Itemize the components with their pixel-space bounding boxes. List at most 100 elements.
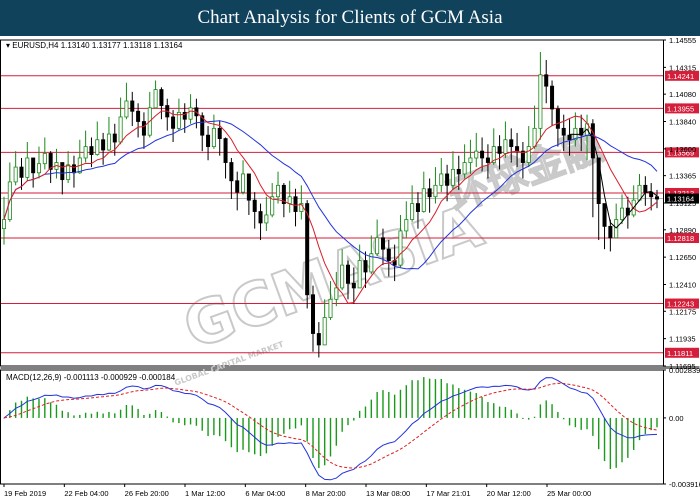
macd-histogram-bar — [481, 397, 483, 418]
candle-body — [654, 196, 660, 200]
candle-body — [235, 180, 240, 193]
macd-histogram-bar — [90, 413, 93, 418]
candle-body — [322, 317, 327, 346]
candle-body — [141, 121, 146, 136]
macd-histogram-bar — [504, 406, 507, 418]
macd-histogram-bar — [568, 417, 571, 426]
candle-body — [31, 157, 36, 174]
macd-histogram-bar — [160, 412, 163, 418]
macd-histogram-bar — [201, 417, 203, 431]
candle-body — [485, 157, 490, 163]
candle-body — [293, 196, 298, 212]
macd-histogram-bar — [341, 417, 343, 432]
candle-body — [515, 146, 520, 152]
candle-body — [246, 173, 251, 201]
x-tick-label: 19 Feb 2019 — [4, 489, 46, 498]
macd-histogram-bar — [55, 404, 58, 418]
macd-histogram-bar — [108, 411, 110, 418]
candle-body — [316, 333, 321, 346]
macd-histogram-bar — [184, 417, 186, 426]
macd-histogram-bar — [574, 417, 577, 428]
candle-body — [130, 100, 135, 112]
candle-body — [567, 134, 572, 141]
macd-histogram-bar — [44, 398, 46, 418]
macd-y-tick-label: 0.00 — [669, 414, 684, 423]
macd-histogram-bar — [498, 406, 501, 418]
candle-body — [71, 164, 76, 174]
macd-histogram-bar — [96, 411, 98, 418]
x-tick-label: 6 Mar 04:00 — [245, 489, 285, 498]
candle-body — [328, 298, 333, 318]
candle-body — [229, 162, 234, 182]
candle-body — [608, 225, 613, 239]
macd-histogram-bar — [399, 389, 402, 418]
macd-histogram-bar — [166, 416, 168, 418]
macd-histogram-bar — [277, 417, 279, 437]
macd-histogram-bar — [219, 417, 221, 437]
x-tick-label: 22 Feb 04:00 — [64, 489, 108, 498]
x-tick-label: 8 Mar 20:00 — [306, 489, 346, 498]
candle-body — [13, 166, 18, 183]
y-tick-label: 1.12890 — [669, 226, 696, 235]
macd-histogram-bar — [475, 393, 477, 418]
macd-histogram-bar — [230, 417, 233, 448]
candle-body — [445, 173, 450, 186]
candle-body — [211, 127, 216, 147]
candle-body — [159, 89, 164, 106]
macd-histogram-bar — [597, 417, 600, 450]
candle-body — [188, 107, 193, 120]
y-tick-label: 1.12175 — [669, 307, 696, 316]
macd-histogram-bar — [149, 413, 151, 418]
macd-histogram-bar — [125, 405, 128, 418]
macd-histogram-bar — [487, 402, 489, 418]
candle-body — [42, 153, 47, 165]
macd-histogram-bar — [539, 404, 542, 418]
candle-body — [89, 146, 94, 155]
y-tick-label: 1.11935 — [669, 335, 696, 344]
macd-histogram-bar — [621, 417, 623, 463]
macd-histogram-bar — [393, 394, 396, 418]
candle-body — [433, 184, 438, 198]
candle-body — [19, 166, 24, 178]
candle-body — [124, 100, 129, 118]
macd-histogram-bar — [143, 414, 145, 418]
candle-body — [334, 287, 339, 300]
candle-body — [287, 196, 292, 204]
candle-body — [462, 162, 467, 175]
candle-body — [497, 146, 502, 154]
macd-histogram-bar — [283, 417, 285, 434]
macd-histogram-bar — [189, 417, 192, 425]
y-tick-label: 1.13600 — [669, 145, 696, 154]
macd-histogram-bar — [306, 417, 308, 442]
macd-histogram-bar — [20, 400, 23, 418]
macd-histogram-bar — [119, 409, 122, 418]
candle-body — [357, 260, 362, 289]
candle-body — [398, 230, 403, 266]
candle-body — [60, 162, 65, 181]
macd-histogram-bar — [178, 417, 180, 424]
macd-histogram-bar — [405, 385, 407, 418]
macd-histogram-bar — [528, 417, 530, 420]
macd-histogram-bar — [312, 417, 314, 459]
x-tick-label: 26 Feb 20:00 — [125, 489, 169, 498]
y-tick-label: 1.14080 — [669, 90, 696, 99]
candle-body — [252, 199, 257, 212]
x-tick-label: 13 Mar 08:00 — [366, 489, 410, 498]
panel-separator — [0, 366, 700, 369]
macd-histogram-bar — [522, 417, 524, 419]
macd-histogram-bar — [347, 417, 349, 426]
y-tick-label: 1.12650 — [669, 253, 696, 262]
macd-histogram-bar — [195, 417, 198, 426]
candle-body — [380, 237, 385, 250]
macd-histogram-bar — [423, 377, 425, 418]
macd-histogram-bar — [73, 415, 75, 418]
macd-histogram-bar — [458, 388, 460, 418]
macd-histogram-bar — [154, 410, 157, 418]
macd-histogram-bar — [131, 405, 133, 418]
x-tick-label: 25 Mar 00:00 — [547, 489, 591, 498]
macd-histogram-bar — [376, 392, 378, 418]
candle-body — [153, 89, 158, 109]
macd-histogram-bar — [440, 378, 442, 418]
candle-body — [36, 163, 41, 174]
macd-histogram-bar — [603, 417, 606, 462]
